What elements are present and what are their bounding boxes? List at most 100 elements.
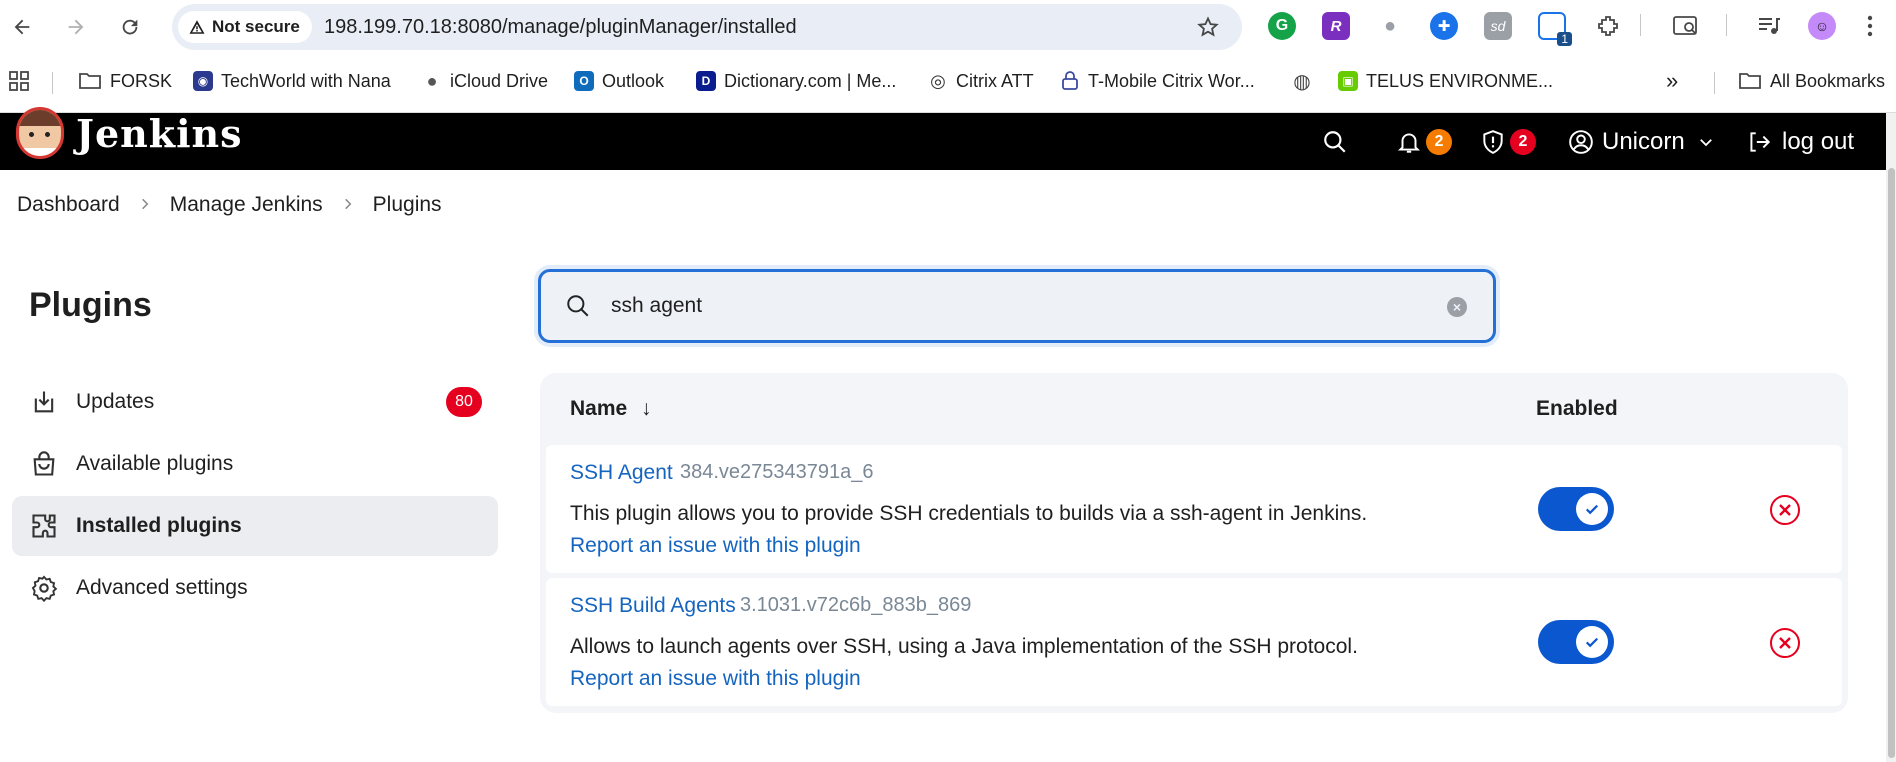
apple-icon: ● — [426, 70, 438, 91]
extension-r-icon[interactable]: R — [1322, 12, 1350, 40]
telus-icon: ▣ — [1338, 71, 1358, 91]
citrix-icon: ◎ — [930, 70, 946, 91]
bookmark-forsk[interactable]: FORSK — [78, 69, 172, 93]
check-icon — [1585, 504, 1599, 515]
plugin-search-box[interactable]: × — [538, 269, 1496, 343]
extension-cross-icon[interactable]: ✚ — [1430, 12, 1458, 40]
table-row: SSH Agent 384.ve275343791a_6 This plugin… — [546, 445, 1842, 573]
report-issue-link[interactable]: Report an issue with this plugin — [570, 667, 861, 691]
bookmarks-bar: FORSK ◉ TechWorld with Nana ● iCloud Dri… — [0, 60, 1896, 102]
bookmark-tmobile-citrix[interactable]: T-Mobile Citrix Wor... — [1060, 69, 1255, 93]
page-scrollbar-thumb[interactable] — [1888, 168, 1895, 758]
page-title: Plugins — [29, 286, 152, 324]
sidebar-item-updates[interactable]: Updates 80 — [12, 372, 498, 432]
bell-icon — [1397, 132, 1421, 153]
extensions-puzzle-button[interactable] — [1594, 12, 1622, 40]
sidebar-item-advanced-settings[interactable]: Advanced settings — [12, 558, 498, 618]
chevron-down-icon — [1699, 138, 1712, 146]
close-icon — [1779, 637, 1791, 649]
bookmark-dictionary[interactable]: D Dictionary.com | Me... — [696, 69, 896, 93]
bookmarks-divider — [1714, 72, 1715, 94]
user-menu-button[interactable]: Unicorn — [1568, 113, 1715, 170]
installed-plugins-table: Name ↓ Enabled SSH Agent 384.ve275343791… — [540, 373, 1848, 713]
logout-label: log out — [1782, 127, 1855, 155]
breadcrumb-plugins[interactable]: Plugins — [373, 193, 442, 217]
extension-badge-icon[interactable]: 1 — [1538, 12, 1572, 46]
breadcrumb-dashboard[interactable]: Dashboard — [17, 193, 120, 217]
bookmark-label: FORSK — [110, 70, 173, 91]
uninstall-button[interactable] — [1770, 628, 1800, 658]
gear-icon — [28, 572, 60, 604]
extension-sd-icon[interactable]: sd — [1484, 12, 1512, 40]
plugin-name-link[interactable]: SSH Build Agents — [570, 594, 736, 618]
double-chevron-right-icon: » — [1666, 68, 1679, 93]
user-circle-icon — [1569, 129, 1593, 154]
chevron-right-icon — [138, 193, 152, 217]
uninstall-button[interactable] — [1770, 495, 1800, 525]
media-controls-button[interactable] — [1755, 12, 1783, 40]
puzzle-icon — [28, 510, 60, 542]
name-column-header[interactable]: Name ↓ — [570, 397, 652, 421]
sidebar-item-installed-plugins[interactable]: Installed plugins — [12, 496, 498, 556]
more-bookmarks-button[interactable]: » — [1666, 68, 1679, 93]
plugin-search-input[interactable] — [611, 289, 1411, 323]
browser-menu-button[interactable] — [1856, 12, 1884, 40]
sidebar-item-label: Installed plugins — [76, 514, 242, 537]
plugin-enabled-toggle[interactable] — [1538, 620, 1614, 664]
column-label: Name — [570, 397, 628, 420]
sidebar-item-available-plugins[interactable]: Available plugins — [12, 434, 498, 494]
address-bar[interactable]: Not secure 198.199.70.18:8080/manage/plu… — [172, 4, 1242, 50]
sidebar-item-label: Advanced settings — [76, 576, 248, 599]
profile-avatar[interactable]: ☺ — [1808, 12, 1836, 40]
outlook-icon: O — [574, 71, 594, 91]
bookmark-citrix-att[interactable]: ◎ Citrix ATT — [928, 69, 1034, 93]
grammarly-extension-icon[interactable]: G — [1268, 12, 1296, 40]
bookmark-label: Citrix ATT — [956, 70, 1034, 91]
logout-button[interactable]: log out — [1746, 113, 1854, 170]
back-button[interactable] — [6, 11, 38, 43]
bookmarks-divider — [52, 72, 53, 94]
url-text[interactable]: 198.199.70.18:8080/manage/pluginManager/… — [324, 16, 797, 39]
notifications-button[interactable]: 2 — [1396, 113, 1452, 170]
toolbar-divider — [1726, 14, 1727, 36]
forward-button[interactable] — [60, 11, 92, 43]
updates-count-badge: 80 — [446, 387, 482, 417]
extension-badge: 1 — [1557, 32, 1572, 46]
plugin-description: Allows to launch agents over SSH, using … — [570, 635, 1358, 658]
arrow-left-icon — [14, 19, 30, 35]
plugin-version: 384.ve275343791a_6 — [680, 461, 874, 483]
site-info-chip[interactable]: Not secure — [178, 11, 312, 43]
apps-button[interactable] — [8, 69, 30, 93]
bookmark-globe[interactable]: ◍ — [1292, 69, 1312, 93]
jenkins-butler-logo-icon — [16, 107, 64, 159]
search-button[interactable] — [1322, 113, 1348, 170]
plugin-enabled-toggle[interactable] — [1538, 487, 1614, 531]
bookmark-techworld[interactable]: ◉ TechWorld with Nana — [193, 69, 391, 93]
playlist-icon — [1759, 18, 1780, 34]
warning-icon — [189, 20, 205, 34]
arrow-right-icon — [68, 19, 84, 35]
sidebar-item-label: Updates — [76, 390, 155, 413]
jenkins-header: Jenkins 2 2 Unicorn log out — [0, 107, 1886, 170]
download-icon — [28, 386, 60, 418]
report-issue-link[interactable]: Report an issue with this plugin — [570, 534, 861, 558]
breadcrumb-manage-jenkins[interactable]: Manage Jenkins — [170, 193, 323, 217]
security-alerts-button[interactable]: 2 — [1480, 113, 1536, 170]
all-bookmarks-button[interactable]: All Bookmarks — [1738, 69, 1885, 93]
search-tabs-button[interactable] — [1672, 12, 1700, 40]
extension-elephant-icon[interactable]: ● — [1376, 12, 1404, 40]
apps-grid-icon — [9, 71, 29, 91]
plugin-description: This plugin allows you to provide SSH cr… — [570, 502, 1368, 525]
browser-chrome: Not secure 198.199.70.18:8080/manage/plu… — [0, 0, 1896, 113]
bookmark-telus[interactable]: ▣ TELUS ENVIRONME... — [1338, 69, 1553, 93]
plugin-name-link[interactable]: SSH Agent — [570, 461, 673, 485]
bookmark-icloud[interactable]: ● iCloud Drive — [422, 69, 548, 93]
bookmark-label: Dictionary.com | Me... — [724, 70, 897, 91]
plugin-search-focus-ring: × — [534, 265, 1500, 347]
reload-button[interactable] — [114, 11, 146, 43]
jenkins-home-link[interactable]: Jenkins — [16, 107, 243, 159]
dictionary-icon: D — [696, 71, 716, 91]
clear-search-icon[interactable]: × — [1447, 297, 1467, 317]
bookmark-outlook[interactable]: O Outlook — [574, 69, 664, 93]
bookmark-star-button[interactable] — [1196, 15, 1220, 44]
